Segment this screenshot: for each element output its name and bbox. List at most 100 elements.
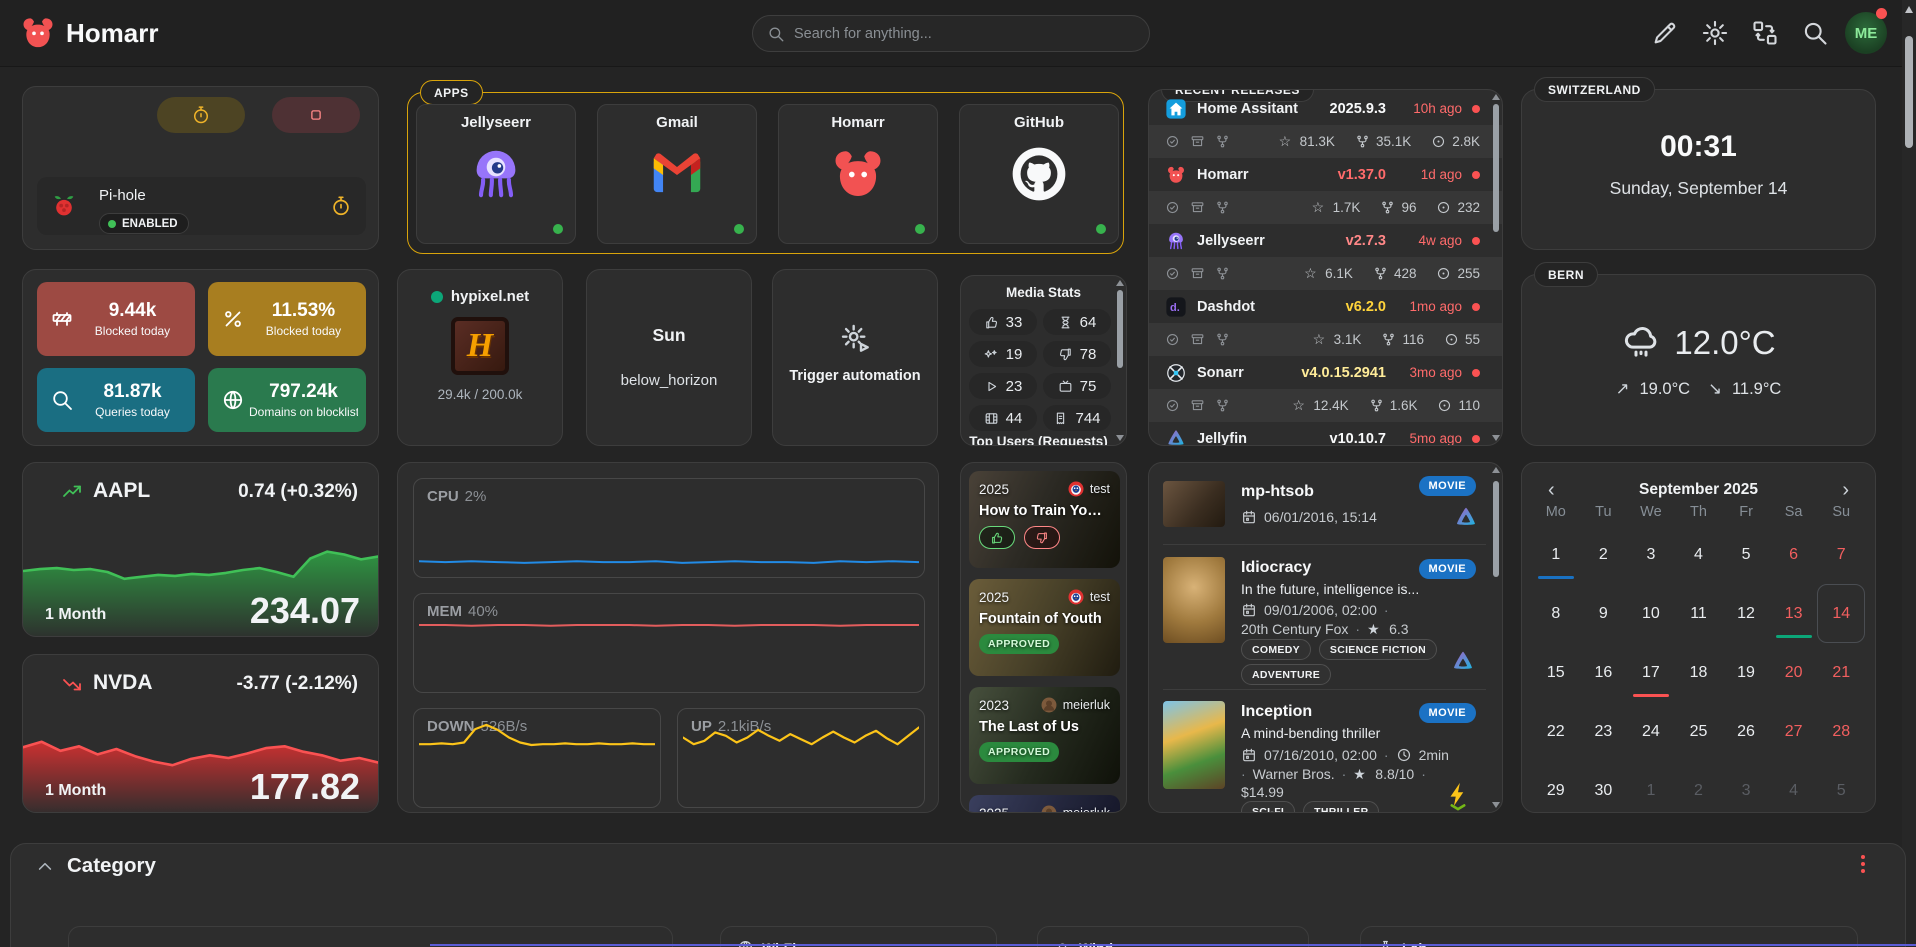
release-issues: 110 — [1458, 398, 1480, 413]
calendar-day[interactable]: 20 — [1770, 643, 1818, 702]
calendar-day[interactable]: 4 — [1675, 525, 1723, 584]
calendar-day[interactable]: 9 — [1580, 584, 1628, 643]
media-title[interactable]: Idiocracy — [1241, 559, 1311, 577]
archive-icon — [1190, 134, 1205, 149]
media-title[interactable]: Inception — [1241, 703, 1312, 721]
calendar-day[interactable]: 25 — [1675, 702, 1723, 761]
calendar-day[interactable]: 12 — [1722, 584, 1770, 643]
release-app-name[interactable]: Home Assitant — [1197, 101, 1298, 117]
archive-icon — [1190, 266, 1205, 281]
media-request-card[interactable]: 2023 meierluk The Last of Us APPROVED — [969, 687, 1120, 784]
media-list-widget: mp-htsob MOVIE 06/01/2016, 15:14 Idiocra… — [1148, 462, 1503, 813]
calendar-day[interactable]: 29 — [1532, 761, 1580, 820]
cpu-graph: CPU2% — [413, 478, 925, 578]
pihole-timer-button[interactable] — [157, 97, 245, 133]
pihole-stop-button[interactable] — [272, 97, 360, 133]
release-version: v4.0.15.2941 — [1301, 365, 1386, 381]
calendar-day[interactable]: 5 — [1817, 761, 1865, 820]
board-switch-button[interactable] — [1751, 19, 1779, 47]
edit-mode-button[interactable] — [1651, 19, 1679, 47]
upload-graph: UP2.1kiB/s — [677, 708, 925, 808]
calendar-day-header: We — [1627, 499, 1675, 525]
genre-chips: COMEDYSCIENCE FICTION — [1241, 639, 1437, 660]
calendar-day[interactable]: 5 — [1722, 525, 1770, 584]
media-request-card[interactable]: 2025 meierluk Tin Soldier — [969, 795, 1120, 813]
app-tile[interactable]: Jellyseerr — [416, 104, 576, 244]
calendar-day[interactable]: 28 — [1817, 702, 1865, 761]
app-tile[interactable]: Gmail — [597, 104, 757, 244]
calendar-day[interactable]: 18 — [1675, 643, 1723, 702]
calendar-day[interactable]: 15 — [1532, 643, 1580, 702]
release-app-name[interactable]: Jellyseerr — [1197, 233, 1265, 249]
star-filled-icon: ★ — [1367, 622, 1382, 637]
decline-button[interactable] — [1024, 526, 1060, 549]
media-request-card[interactable]: 2025 test How to Train Your... — [969, 471, 1120, 568]
calendar-day[interactable]: 4 — [1770, 761, 1818, 820]
app-icon — [827, 143, 889, 205]
release-app-name[interactable]: Dashdot — [1197, 299, 1255, 315]
media-stats-grid: 33 64 19 78 23 75 44 744 — [969, 309, 1111, 431]
app-tile[interactable]: GitHub — [959, 104, 1119, 244]
settings-button[interactable] — [1701, 19, 1729, 47]
trigger-automation-widget[interactable]: Trigger automation — [772, 269, 938, 446]
widget-scrollbar[interactable] — [1493, 94, 1499, 441]
page-scrollbar[interactable] — [1902, 0, 1916, 947]
widget-scrollbar[interactable] — [1493, 467, 1499, 808]
release-age: 3mo ago — [1396, 365, 1462, 380]
release-app-name[interactable]: Sonarr — [1197, 365, 1244, 381]
release-stats-row: ☆12.4K 1.6K 110 — [1149, 389, 1502, 422]
media-description: A mind-bending thriller — [1241, 725, 1380, 741]
calendar-day[interactable]: 6 — [1770, 525, 1818, 584]
media-request-card[interactable]: 2025 test Fountain of Youth APPROVED — [969, 579, 1120, 676]
calendar-day[interactable]: 1 — [1532, 525, 1580, 584]
release-row: Jellyfin v10.10.7 5mo ago — [1149, 422, 1502, 446]
calendar-day[interactable]: 3 — [1722, 761, 1770, 820]
widget-scrollbar[interactable] — [1117, 280, 1123, 441]
search-button[interactable] — [1801, 19, 1829, 47]
calendar-day[interactable]: 17 — [1627, 643, 1675, 702]
calendar-day[interactable]: 1 — [1627, 761, 1675, 820]
media-description: In the future, intelligence is... — [1241, 581, 1419, 597]
calendar-day[interactable]: 2 — [1580, 525, 1628, 584]
pihole-stat-card: 81.87k Queries today — [37, 368, 195, 432]
calendar-day[interactable]: 24 — [1627, 702, 1675, 761]
search-input[interactable] — [794, 26, 1135, 42]
calendar-day-today[interactable]: 14 — [1817, 584, 1865, 643]
media-title[interactable]: mp-htsob — [1241, 483, 1314, 501]
calendar-day[interactable]: 7 — [1817, 525, 1865, 584]
calendar-day[interactable]: 16 — [1580, 643, 1628, 702]
collapse-chevron-icon[interactable] — [35, 857, 55, 877]
release-app-name[interactable]: Homarr — [1197, 167, 1249, 183]
stat-icon — [50, 388, 74, 412]
category-menu-button[interactable] — [1861, 855, 1865, 873]
calendar-day[interactable]: 22 — [1532, 702, 1580, 761]
calendar-day[interactable]: 27 — [1770, 702, 1818, 761]
stock-price: 234.07 — [250, 590, 360, 632]
calendar-day[interactable]: 23 — [1580, 702, 1628, 761]
release-stars: 12.4K — [1313, 398, 1348, 413]
app-status-dot — [734, 224, 744, 234]
calendar-day[interactable]: 21 — [1817, 643, 1865, 702]
calendar-day[interactable]: 30 — [1580, 761, 1628, 820]
calendar-day[interactable]: 19 — [1722, 643, 1770, 702]
weather-low: 11.9°C — [1732, 380, 1781, 399]
release-stats-row: ☆1.7K 96 232 — [1149, 191, 1502, 224]
issue-icon — [1436, 266, 1451, 281]
calendar-day[interactable]: 26 — [1722, 702, 1770, 761]
scroll-up-arrow[interactable] — [1905, 6, 1913, 13]
calendar-day[interactable]: 10 — [1627, 584, 1675, 643]
media-stat-value: 75 — [1080, 378, 1097, 395]
release-app-icon — [1165, 428, 1187, 447]
app-tile[interactable]: Homarr — [778, 104, 938, 244]
stat-value: 9.44k — [78, 300, 187, 322]
release-app-name[interactable]: Jellyfin — [1197, 431, 1247, 447]
calendar-day[interactable]: 8 — [1532, 584, 1580, 643]
calendar-day[interactable]: 3 — [1627, 525, 1675, 584]
stopwatch-icon[interactable] — [330, 195, 352, 217]
calendar-day[interactable]: 2 — [1675, 761, 1723, 820]
calendar-day[interactable]: 13 — [1770, 584, 1818, 643]
page-scrollbar-thumb[interactable] — [1905, 36, 1913, 148]
approve-button[interactable] — [979, 526, 1015, 549]
calendar-day[interactable]: 11 — [1675, 584, 1723, 643]
global-search[interactable] — [752, 15, 1150, 52]
